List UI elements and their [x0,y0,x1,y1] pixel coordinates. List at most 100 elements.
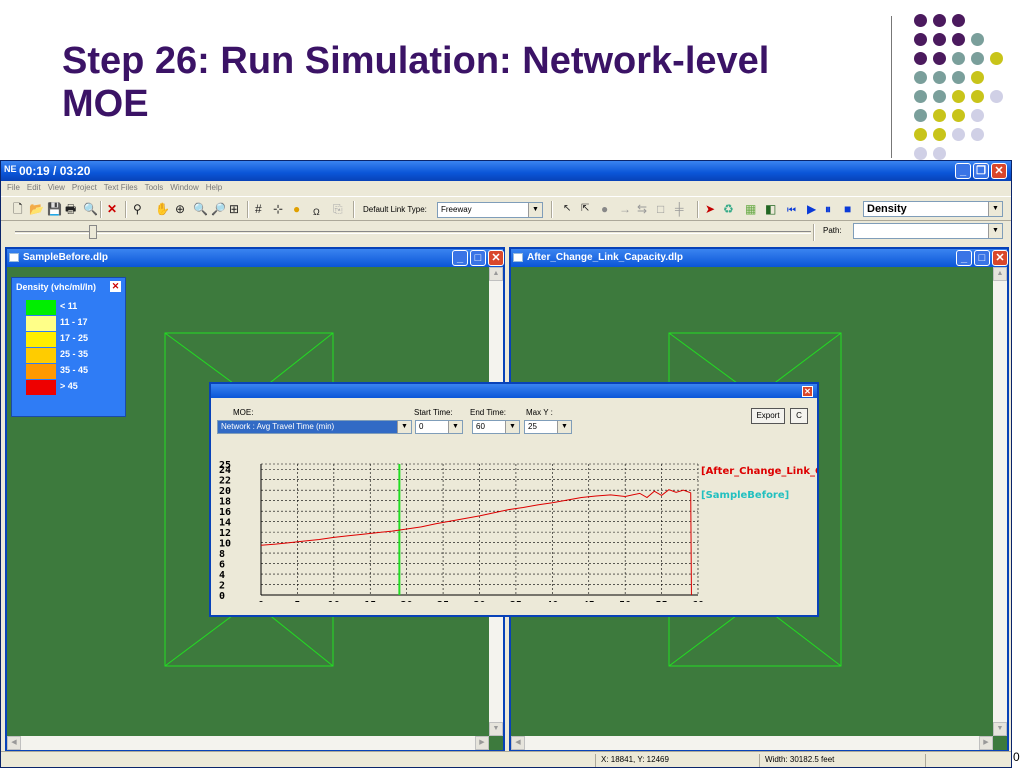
y-tick-label: 16 [219,507,231,518]
app-title: 00:19 / 03:20 [19,164,91,178]
network-icon[interactable]: ⚲ [133,202,142,216]
menu-item-project[interactable]: Project [72,183,97,192]
print-preview-icon[interactable]: 🔍 [83,202,98,216]
grid-icon[interactable]: # [255,202,262,216]
y-tick-label: 20 [219,486,231,497]
rewind-icon[interactable]: ⏮ [787,204,796,218]
select-pointer-icon[interactable]: ↖ [563,202,571,216]
node-icon[interactable]: ● [601,202,608,216]
end-time-select[interactable]: 60 ▼ [472,420,520,434]
run-simulation-icon[interactable]: ➤ [705,202,715,216]
vertical-scrollbar[interactable]: ▲ ▼ [993,267,1007,736]
pause-icon[interactable]: ⏸ [825,202,831,216]
add-node-icon[interactable]: ⊹ [273,202,283,216]
legend-row: 17 - 25 [26,332,122,347]
horizontal-scrollbar[interactable]: ◀ ▶ [7,736,489,750]
minimize-button[interactable]: _ [955,163,971,179]
app-window: NE 00:19 / 03:20 _ ❐ ✕ File Edit View Proje… [0,160,1012,768]
scroll-right-icon: ▶ [979,736,993,750]
series-legend-label: [SampleBefore] [701,490,789,501]
moe-dialog: ✕ MOE: Network : Avg Travel Time (min) ▼ … [209,382,819,617]
export-button[interactable]: Export [751,408,785,424]
main-toolbar: 🗋 📂 💾 🖶 🔍 ✕ ⚲ ✋ ⊕ 🔍 🔎 ⊞ # ⊹ ● Ω ⎘ Defaul… [1,196,1011,221]
arrow-link-icon[interactable]: → [619,202,631,216]
default-link-type-select[interactable]: Freeway ▼ [437,202,543,218]
menu-item-edit[interactable]: Edit [27,183,41,192]
menu-item-window[interactable]: Window [170,183,198,192]
child-close-button[interactable]: ✕ [488,250,504,266]
legend-title: Density (vhc/ml/ln) [16,282,97,292]
text-tool-icon[interactable]: Ω [313,205,320,219]
decorative-dot [990,52,1003,65]
x-tick-label: 45 [583,600,595,602]
delete-icon[interactable]: ✕ [107,202,117,216]
play-icon[interactable]: ▶ [807,202,816,216]
decorative-dot [971,128,984,141]
decorative-dot [971,109,984,122]
print-icon[interactable]: 🖶 [65,202,76,216]
legend-label: > 45 [60,381,78,391]
start-time-label: Start Time: [414,408,453,417]
zoom-in-icon[interactable]: 🔍 [193,202,208,216]
zoom-extent-icon[interactable]: ⊞ [229,202,239,216]
horizontal-scrollbar[interactable]: ◀ ▶ [511,736,993,750]
menu-item-help[interactable]: Help [206,183,222,192]
legend-row: < 11 [26,300,122,315]
x-tick-label: 10 [328,600,340,602]
zone-icon[interactable]: □ [657,202,664,216]
copy-icon[interactable]: ⎘ [333,202,343,216]
bidirectional-link-icon[interactable]: ⇆ [637,202,647,216]
moe-dialog-titlebar: ✕ [211,384,817,398]
menu-item-file[interactable]: File [7,183,20,192]
density-legend[interactable]: Density (vhc/ml/ln) ✕ < 11 11 - 17 17 - 25… [11,277,126,417]
close-button[interactable]: ✕ [991,163,1007,179]
y-tick-label: 25 [219,460,231,471]
scenario-icon[interactable]: ♻ [723,202,734,216]
menu-item-text-files[interactable]: Text Files [104,183,138,192]
image-icon[interactable]: ▦ [745,202,756,216]
c-button[interactable]: C [790,408,808,424]
decorative-dot [971,52,984,65]
pan-hand-icon[interactable]: ✋ [155,202,170,216]
save-icon[interactable]: 💾 [47,202,62,216]
path-select[interactable]: ▼ [853,223,1003,239]
info-icon[interactable]: ● [293,202,300,216]
intersection-icon[interactable]: ╪ [675,202,684,216]
legend-swatch [26,332,56,347]
moe-close-icon[interactable]: ✕ [802,386,813,397]
moe-display-select[interactable]: Density ▼ [863,201,1003,217]
zoom-all-icon[interactable]: ⊕ [175,202,185,216]
child-maximize-button[interactable]: □ [470,250,486,266]
scroll-up-icon: ▲ [489,267,503,281]
start-time-select[interactable]: 0 ▼ [415,420,463,434]
chart-icon[interactable]: ◧ [765,202,776,216]
y-tick-label: 2 [219,581,225,592]
menu-item-tools[interactable]: Tools [145,183,164,192]
child-minimize-button[interactable]: _ [956,250,972,266]
max-y-select[interactable]: 25 ▼ [524,420,572,434]
legend-swatch [26,300,56,315]
child-window-title: After_Change_Link_Capacity.dlp [511,249,1007,267]
stop-icon[interactable]: ■ [844,202,851,216]
y-tick-label: 8 [219,549,225,560]
restore-button[interactable]: ❐ [973,163,989,179]
zoom-out-icon[interactable]: 🔎 [211,202,226,216]
x-tick-label: 30 [473,600,485,602]
legend-close-icon[interactable]: ✕ [110,281,121,292]
child-maximize-button[interactable]: □ [974,250,990,266]
child-minimize-button[interactable]: _ [452,250,468,266]
time-slider-track[interactable] [15,231,811,234]
moe-select[interactable]: Network : Avg Travel Time (min) ▼ [217,420,412,434]
time-slider-thumb[interactable] [89,225,97,239]
menu-item-view[interactable]: View [48,183,65,192]
open-folder-icon[interactable]: 📂 [29,202,44,216]
decorative-dot [914,128,927,141]
child-close-button[interactable]: ✕ [992,250,1008,266]
default-link-type-label: Default Link Type: [363,205,427,214]
x-tick-label: 40 [546,600,558,602]
new-file-icon[interactable]: 🗋 [13,202,23,216]
select-link-icon[interactable]: ⇱ [581,202,589,216]
x-tick-label: 15 [364,600,376,602]
status-width: Width: 30182.5 feet [765,755,835,764]
chevron-down-icon: ▼ [397,421,411,433]
